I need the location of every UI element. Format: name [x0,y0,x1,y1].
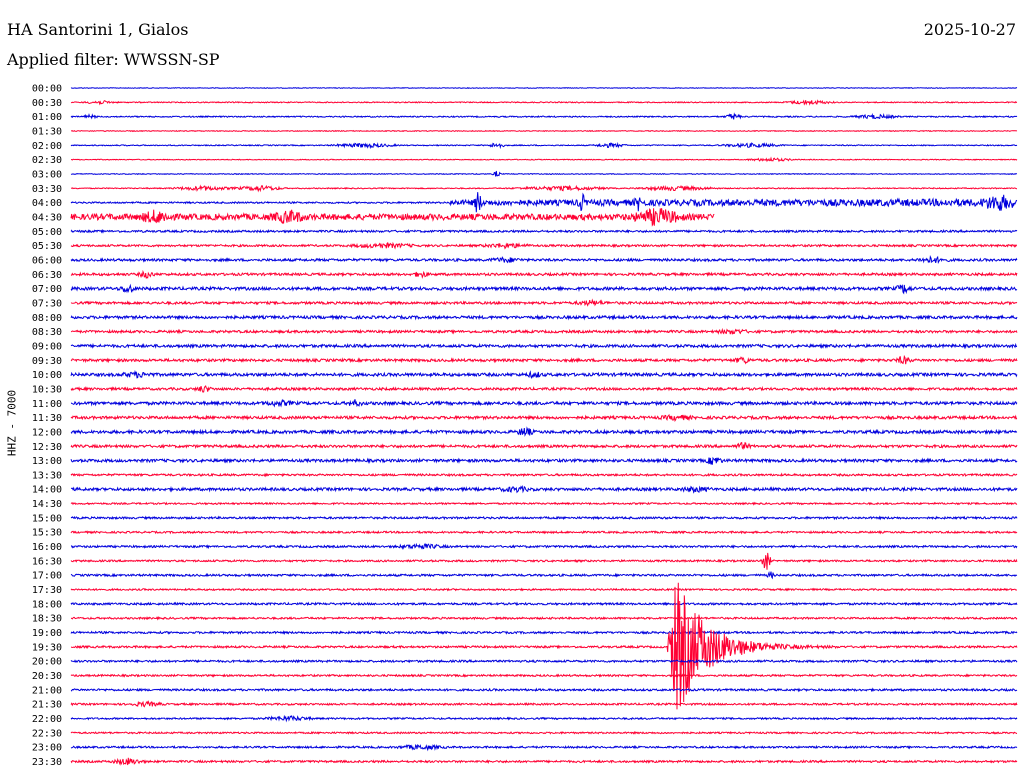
time-tick-label: 21:00 [32,685,62,696]
time-tick-label: 07:00 [32,284,62,295]
seismic-trace [70,369,1018,379]
seismic-trace [70,615,1018,621]
seismic-trace [70,630,1018,635]
time-tick-label: 19:00 [32,628,62,639]
time-tick-label: 05:30 [32,241,62,252]
seismic-trace [70,385,1018,393]
time-tick-label: 23:00 [32,743,62,754]
time-tick-label: 20:00 [32,657,62,668]
seismic-trace [70,184,1018,193]
time-tick-label: 05:00 [32,227,62,238]
seismic-trace [71,129,1018,133]
time-tick-label: 15:30 [32,528,62,539]
seismic-trace [70,441,1018,450]
time-tick-label: 01:00 [32,112,62,123]
seismic-trace [70,254,1018,265]
time-tick-label: 12:00 [32,427,62,438]
seismic-trace [70,601,1018,607]
time-tick-label: 08:00 [32,313,62,324]
seismic-trace [70,587,1017,592]
seismic-trace [70,170,1018,177]
seismic-trace [70,228,1018,234]
time-tick-label: 03:30 [32,184,62,195]
time-tick-label: 13:00 [32,456,62,467]
seismic-trace [70,658,1018,664]
seismic-trace [70,571,1018,580]
seismic-trace [70,542,1018,550]
seismic-trace [70,283,1018,295]
seismic-trace [70,472,1018,478]
time-tick-label: 01:30 [32,126,62,137]
seismic-trace [70,530,1018,535]
time-tick-label: 14:30 [32,499,62,510]
time-tick-label: 20:30 [32,671,62,682]
time-tick-label: 11:30 [32,413,62,424]
time-tick-label: 17:00 [32,571,62,582]
seismic-trace [70,515,1018,521]
seismic-trace [70,687,1018,693]
seismic-trace [70,743,1018,752]
time-tick-label: 16:00 [32,542,62,553]
seismic-trace [70,112,1018,120]
seismic-trace [70,552,1018,570]
seismic-trace [70,87,1018,89]
seismic-trace [70,673,1018,678]
seismic-trace [70,156,1018,163]
time-tick-label: 15:00 [32,513,62,524]
time-tick-label: 14:00 [32,485,62,496]
seismic-trace [70,700,1018,708]
seismic-trace [70,714,1018,723]
seismic-trace [70,241,1018,250]
seismic-trace [70,298,1018,307]
seismic-trace [70,484,1018,494]
time-tick-label: 11:00 [32,399,62,410]
seismic-trace [70,314,1018,321]
seismic-trace [70,730,1018,735]
time-tick-label: 02:00 [32,141,62,152]
seismic-trace [70,99,1018,106]
time-tick-label: 18:00 [32,599,62,610]
helicorder-chart: 00:00 00:30 01:00 01:30 02:00 02:30 03:00 03:30… [32,84,1018,768]
seismic-trace [70,398,1018,408]
seismic-trace [70,413,1018,423]
time-tick-label: 16:30 [32,556,62,567]
time-tick-label: 00:00 [32,84,62,95]
seismic-trace [70,354,1018,365]
time-tick-label: 04:00 [32,198,62,209]
seismic-trace [70,269,1018,279]
time-tick-label: 21:30 [32,700,62,711]
seismic-trace [70,207,715,227]
seismic-trace [70,426,1018,437]
time-tick-label: 17:30 [32,585,62,596]
time-tick-label: 23:30 [32,757,62,768]
time-tick-label: 22:00 [32,714,62,725]
time-tick-label: 02:30 [32,155,62,166]
helicorder-page: HA Santorini 1, Gialos 2025-10-27 Applie… [0,0,1024,780]
seismic-trace [70,456,1018,465]
time-tick-label: 09:00 [32,341,62,352]
time-tick-label: 18:30 [32,614,62,625]
seismic-trace [70,327,1018,335]
time-tick-label: 06:30 [32,270,62,281]
seismic-trace [70,141,1018,150]
time-tick-label: 03:00 [32,169,62,180]
time-tick-label: 19:30 [32,642,62,653]
time-tick-label: 09:30 [32,356,62,367]
time-tick-label: 10:00 [32,370,62,381]
time-tick-label: 07:30 [32,298,62,309]
time-tick-label: 10:30 [32,384,62,395]
time-tick-label: 00:30 [32,98,62,109]
time-tick-label: 08:30 [32,327,62,338]
time-tick-label: 06:00 [32,255,62,266]
seismic-trace [70,501,1018,506]
seismic-trace [70,757,1018,766]
time-tick-label: 12:30 [32,442,62,453]
seismic-trace [70,192,1018,213]
seismic-trace [70,342,1018,350]
time-tick-label: 22:30 [32,728,62,739]
time-tick-label: 13:30 [32,470,62,481]
time-tick-label: 04:30 [32,212,62,223]
